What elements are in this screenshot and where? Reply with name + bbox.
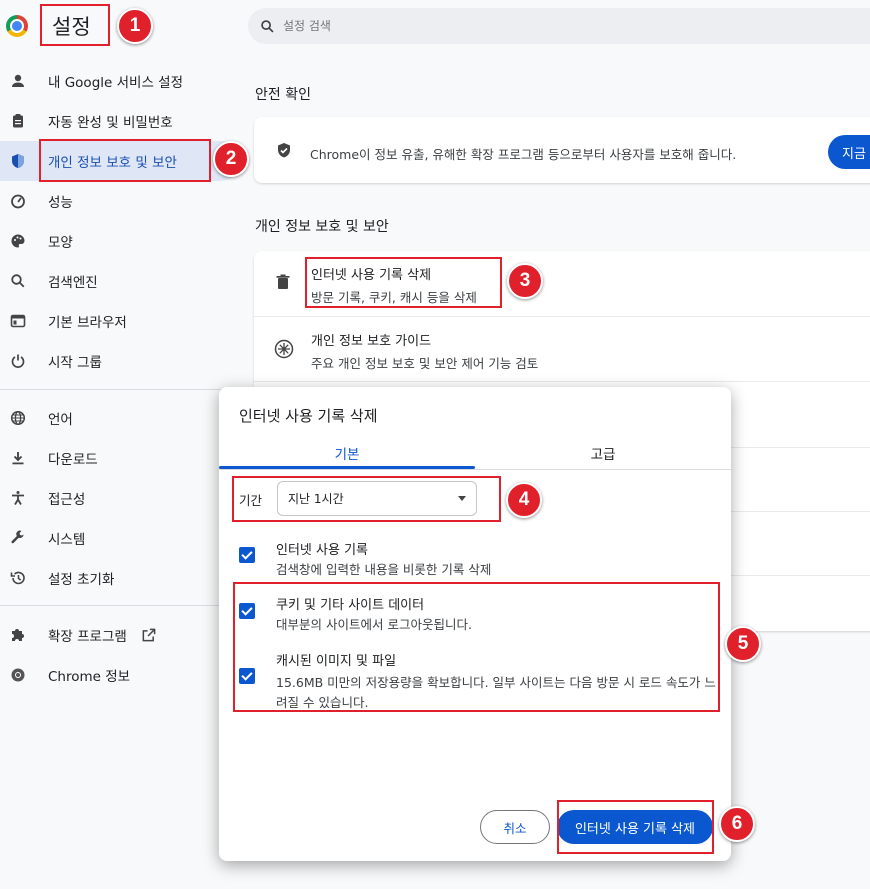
sidebar-item-label: 성능 bbox=[48, 195, 73, 211]
sidebar-item-appearance[interactable]: 모양 bbox=[0, 221, 240, 261]
annotation-badge: 2 bbox=[213, 141, 249, 177]
option-subtitle: 검색창에 입력한 내용을 비롯한 기록 삭제 bbox=[276, 562, 492, 577]
annotation-badge: 6 bbox=[719, 806, 755, 842]
sidebar-item-label: 설정 초기화 bbox=[48, 572, 115, 588]
check-now-button[interactable]: 지금 bbox=[828, 135, 870, 169]
safety-check-text: Chrome이 정보 유출, 유해한 확장 프로그램 등으로부터 사용자를 보호… bbox=[310, 147, 737, 162]
highlight-title bbox=[40, 4, 110, 46]
sidebar-item-accessibility[interactable]: 접근성 bbox=[0, 478, 240, 518]
annotation-badge: 5 bbox=[725, 626, 761, 662]
sidebar-item-google-services[interactable]: 내 Google 서비스 설정 bbox=[0, 61, 240, 101]
tab-divider bbox=[219, 469, 731, 470]
safety-check-title: 안전 확인 bbox=[255, 87, 311, 103]
sidebar-item-search-engine[interactable]: 검색엔진 bbox=[0, 261, 240, 301]
palette-icon bbox=[0, 233, 36, 249]
clipboard-icon bbox=[0, 113, 36, 129]
shield-check-icon bbox=[276, 142, 292, 159]
search-input[interactable] bbox=[283, 19, 583, 33]
option-title: 인터넷 사용 기록 bbox=[276, 543, 368, 558]
row-subtitle: 주요 개인 정보 보호 및 보안 제어 기능 검토 bbox=[311, 356, 539, 371]
annotation-badge: 1 bbox=[117, 8, 153, 44]
sidebar-item-label: 언어 bbox=[48, 412, 73, 428]
sidebar-item-label: Chrome 정보 bbox=[48, 669, 131, 685]
search-bar[interactable] bbox=[248, 8, 870, 44]
highlight-time-range bbox=[232, 476, 501, 522]
sidebar-item-label: 접근성 bbox=[48, 492, 86, 508]
search-icon bbox=[0, 273, 36, 289]
annotation-badge: 3 bbox=[507, 263, 543, 299]
sidebar-item-label: 검색엔진 bbox=[48, 275, 98, 291]
sidebar-item-label: 다운로드 bbox=[48, 452, 98, 468]
highlight-options bbox=[233, 582, 720, 712]
sidebar-item-default-browser[interactable]: 기본 브라우저 bbox=[0, 301, 240, 341]
safety-check-card: Chrome이 정보 유출, 유해한 확장 프로그램 등으로부터 사용자를 보호… bbox=[254, 117, 870, 183]
highlight-clear-row bbox=[305, 257, 502, 308]
compass-icon bbox=[274, 339, 294, 359]
power-icon bbox=[0, 353, 36, 369]
globe-icon bbox=[0, 410, 36, 426]
accessibility-icon bbox=[0, 490, 36, 506]
browsing-history-checkbox[interactable] bbox=[239, 547, 255, 563]
tab-basic[interactable]: 기본 bbox=[219, 437, 475, 469]
privacy-guide-row[interactable]: 개인 정보 보호 가이드 주요 개인 정보 보호 및 보안 제어 기능 검토 bbox=[254, 317, 870, 381]
sidebar-item-reset[interactable]: 설정 초기화 bbox=[0, 558, 240, 598]
download-icon bbox=[0, 450, 36, 466]
highlight-clear-button bbox=[557, 800, 714, 854]
puzzle-icon bbox=[0, 627, 36, 643]
wrench-icon bbox=[0, 530, 36, 546]
person-icon bbox=[0, 73, 36, 89]
sidebar-divider bbox=[0, 389, 240, 390]
external-link-icon bbox=[141, 628, 156, 643]
chrome-logo-icon bbox=[6, 15, 28, 37]
sidebar-divider bbox=[0, 605, 240, 606]
privacy-section-title: 개인 정보 보호 및 보안 bbox=[255, 219, 389, 235]
cancel-button[interactable]: 취소 bbox=[480, 810, 550, 844]
sidebar-item-label: 확장 프로그램 bbox=[48, 629, 127, 645]
trash-icon bbox=[276, 274, 290, 290]
sidebar-item-label: 기본 브라우저 bbox=[48, 315, 127, 331]
search-icon bbox=[260, 19, 275, 34]
sidebar-item-label: 자동 완성 및 비밀번호 bbox=[48, 115, 173, 131]
sidebar-item-downloads[interactable]: 다운로드 bbox=[0, 438, 240, 478]
highlight-privacy-nav bbox=[39, 139, 211, 182]
sidebar-item-extensions[interactable]: 확장 프로그램 bbox=[0, 615, 240, 655]
sidebar-item-label: 내 Google 서비스 설정 bbox=[48, 75, 183, 91]
sidebar-item-label: 모양 bbox=[48, 235, 73, 251]
annotation-badge: 4 bbox=[506, 482, 542, 518]
sidebar-item-autofill[interactable]: 자동 완성 및 비밀번호 bbox=[0, 101, 240, 141]
sidebar-item-label: 시스템 bbox=[48, 532, 86, 548]
browser-icon bbox=[0, 313, 36, 329]
sidebar-item-label: 시작 그룹 bbox=[48, 355, 102, 371]
sidebar-item-languages[interactable]: 언어 bbox=[0, 398, 240, 438]
tab-advanced[interactable]: 고급 bbox=[475, 437, 731, 469]
sidebar-item-startup[interactable]: 시작 그룹 bbox=[0, 341, 240, 381]
sidebar-item-system[interactable]: 시스템 bbox=[0, 518, 240, 558]
sidebar-item-performance[interactable]: 성능 bbox=[0, 181, 240, 221]
sidebar-item-about-chrome[interactable]: Chrome 정보 bbox=[0, 655, 240, 695]
row-divider bbox=[254, 381, 870, 382]
chrome-icon bbox=[0, 667, 36, 683]
dialog-title: 인터넷 사용 기록 삭제 bbox=[239, 407, 378, 425]
speedometer-icon bbox=[0, 193, 36, 209]
history-icon bbox=[0, 570, 36, 586]
shield-icon bbox=[0, 153, 36, 169]
row-title: 개인 정보 보호 가이드 bbox=[311, 334, 432, 349]
